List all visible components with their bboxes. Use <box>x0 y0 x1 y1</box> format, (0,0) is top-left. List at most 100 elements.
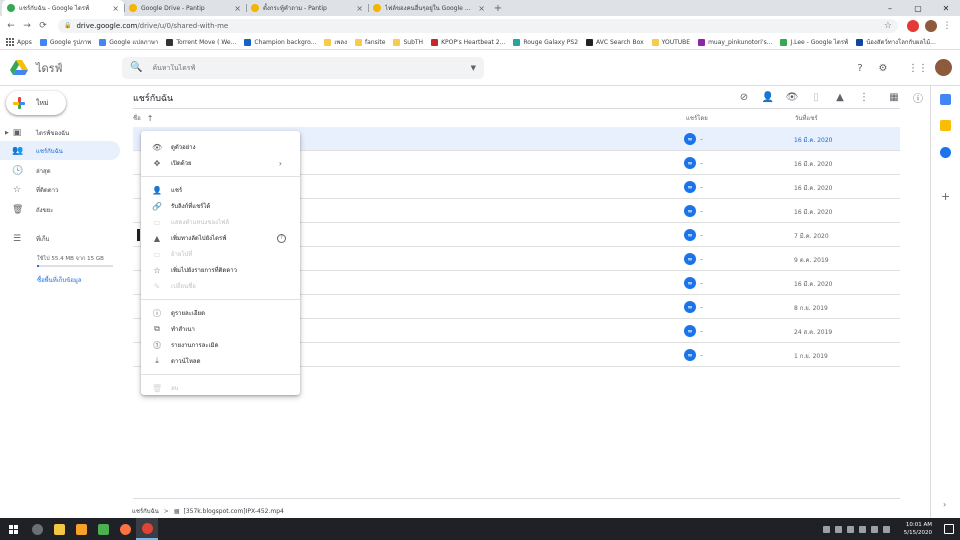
clock[interactable]: 10:01 AM 5/15/2020 <box>904 521 932 537</box>
windows-start-icon[interactable] <box>0 524 26 534</box>
extension-icon[interactable] <box>907 19 919 32</box>
drive-logo-icon[interactable] <box>10 59 28 76</box>
close-window-icon[interactable]: ✕ <box>932 0 960 16</box>
side-panel-expand-icon[interactable]: › <box>943 500 946 509</box>
browser-menu-icon[interactable]: ⋮ <box>940 19 954 33</box>
drive-header: ไดรฟ์ 🔍 ▼ ? ⚙ ⋮⋮ <box>0 50 960 86</box>
menu-item[interactable]: ⓵ รายงานการละเมิด <box>141 337 300 353</box>
bookmark-item[interactable]: SubTH <box>393 38 423 46</box>
sidebar-item[interactable]: 🗑 ถังขยะ <box>0 200 120 219</box>
menu-item[interactable]: 🔗 รับลิงก์ที่แชร์ได้ <box>141 198 300 214</box>
tab-close-icon[interactable]: × <box>234 4 241 13</box>
forward-icon[interactable]: → <box>20 19 34 33</box>
bookmark-item[interactable]: Apps <box>6 38 32 46</box>
keep-icon[interactable] <box>940 120 951 131</box>
maximize-icon[interactable]: ▢ <box>904 0 932 16</box>
bookmark-item[interactable]: น้องสัตว์ทางโลกกับผลไม้... <box>856 37 936 47</box>
settings-gear-icon[interactable]: ⚙ <box>876 61 890 75</box>
get-link-icon[interactable]: ⊘ <box>732 88 756 106</box>
page-title[interactable]: แชร์กับฉัน <box>133 91 173 105</box>
new-tab-icon[interactable]: + <box>490 0 506 16</box>
minimize-icon[interactable]: – <box>876 0 904 16</box>
menu-item[interactable]: ⤓ ดาวน์โหลด <box>141 353 300 369</box>
taskbar-app-icon[interactable] <box>70 518 92 540</box>
wifi-icon[interactable] <box>871 525 878 533</box>
taskbar-app-icon[interactable] <box>92 518 114 540</box>
new-button[interactable]: ใหม่ <box>6 91 66 115</box>
column-header-share-date[interactable]: วันที่แชร์ <box>795 111 818 125</box>
taskbar-app-icon[interactable] <box>48 518 70 540</box>
tab-close-icon[interactable]: × <box>478 4 485 13</box>
tray-icon[interactable] <box>847 525 854 533</box>
tab-close-icon[interactable]: × <box>112 4 119 13</box>
get-addons-plus-icon[interactable]: + <box>941 190 950 203</box>
tab-close-icon[interactable]: × <box>356 4 363 13</box>
tray-icon[interactable] <box>823 525 830 533</box>
notification-icon[interactable] <box>944 524 954 534</box>
bookmark-item[interactable]: fansite <box>355 38 385 46</box>
menu-item[interactable]: ☆ เพิ่มไปยังรายการที่ติดดาว <box>141 262 300 278</box>
search-input[interactable] <box>152 63 471 72</box>
tray-icon[interactable] <box>835 525 842 533</box>
calendar-icon[interactable] <box>940 94 951 105</box>
tasks-icon[interactable] <box>940 147 951 158</box>
apps-grid-icon[interactable]: ⋮⋮ <box>908 61 928 75</box>
bookmark-item[interactable]: Torrent Move ( We... <box>166 38 236 46</box>
tab-title: แชร์กับฉัน - Google ไดรฟ์ <box>19 5 90 12</box>
taskbar-app-icon[interactable] <box>136 518 158 540</box>
more-actions-icon[interactable]: ⋮ <box>852 88 876 106</box>
tray-icon[interactable] <box>859 525 866 533</box>
account-avatar[interactable] <box>935 59 952 76</box>
search-icon[interactable]: 🔍 <box>130 62 142 73</box>
url-omnibox[interactable]: 🔒 drive.google.com /drive/u/0/shared-wit… <box>58 18 898 33</box>
expand-arrow-icon[interactable]: ▶ <box>5 130 9 136</box>
bookmark-item[interactable]: J.Lee - Google ไดรฟ์ <box>780 37 848 47</box>
menu-item[interactable]: 👁 ดูตัวอย่าง <box>141 139 300 155</box>
bookmark-item[interactable]: Google แปลภาษา <box>99 37 158 47</box>
search-box[interactable]: 🔍 ▼ <box>122 56 484 79</box>
breadcrumb-file[interactable]: [357k.blogspot.com]IPX-452.mp4 <box>184 508 284 515</box>
taskbar-app-icon[interactable] <box>114 518 136 540</box>
sidebar-item-storage[interactable]: ☰ ที่เก็บ <box>0 229 120 248</box>
bookmark-item[interactable]: AVC Search Box <box>586 38 644 46</box>
help-icon[interactable]: ? <box>853 61 867 75</box>
bookmark-item[interactable]: YOUTUBE <box>651 38 690 46</box>
grid-view-icon[interactable]: ▦ <box>882 88 906 106</box>
sidebar-item[interactable]: ▶ ▣ ไดรฟ์ของฉัน <box>0 123 120 142</box>
bookmark-star-icon[interactable]: ☆ <box>884 21 892 31</box>
menu-item[interactable]: ▲ เพิ่มทางลัดไปยังไดรฟ์? <box>141 230 300 246</box>
back-icon[interactable]: ← <box>4 19 18 33</box>
share-icon[interactable]: 👤 <box>756 88 780 106</box>
search-options-icon[interactable]: ▼ <box>471 64 476 72</box>
breadcrumb-root[interactable]: แชร์กับฉัน <box>132 506 159 516</box>
browser-tab[interactable]: ตั้งกระทู้คำถาม - Pantip × <box>246 0 368 16</box>
browser-tab[interactable]: แชร์กับฉัน - Google ไดรฟ์ × <box>2 0 124 16</box>
buy-storage-link[interactable]: ซื้อพื้นที่เก็บข้อมูล <box>37 275 82 285</box>
volume-icon[interactable] <box>883 525 890 533</box>
bookmark-item[interactable]: เพลง <box>324 37 347 47</box>
menu-item[interactable]: ⧉ ทำสำเนา <box>141 321 300 337</box>
browser-tab[interactable]: Google Drive - Pantip × <box>124 0 246 16</box>
menu-item[interactable]: 👤 แชร์ <box>141 182 300 198</box>
details-icon[interactable]: ⓘ <box>906 88 930 106</box>
sidebar-item[interactable]: ☆ ที่ติดดาว <box>0 180 120 199</box>
bookmark-item[interactable]: Champion backgro... <box>244 38 316 46</box>
help-circle-icon[interactable]: ? <box>277 233 286 243</box>
bookmark-item[interactable]: Rouge Galaxy PS2 <box>513 38 578 46</box>
bookmark-item[interactable]: Google รูปภาพ <box>39 37 91 47</box>
search-taskbar-icon[interactable] <box>26 518 48 540</box>
sidebar-item[interactable]: 🕓 ล่าสุด <box>0 161 120 180</box>
reload-icon[interactable]: ⟳ <box>36 19 50 33</box>
bookmark-item[interactable]: muay_pinkunotori's... <box>698 38 772 46</box>
sidebar-item[interactable]: 👥 แชร์กับฉัน <box>0 141 120 160</box>
profile-avatar-icon[interactable] <box>925 19 937 32</box>
browser-tab[interactable]: ไฟล์ของคนอื่นๆอยู่ใน Google Drive × <box>368 0 490 16</box>
menu-item[interactable]: ✥ เปิดด้วย › <box>141 155 300 171</box>
sort-arrow-icon[interactable]: ↑ <box>147 114 154 123</box>
menu-item[interactable]: ⓘ ดูรายละเอียด <box>141 305 300 321</box>
add-shortcut-icon[interactable]: ▲ <box>828 88 852 106</box>
preview-icon[interactable]: 👁 <box>780 88 804 106</box>
drive-app-name[interactable]: ไดรฟ์ <box>36 59 122 77</box>
column-header-name[interactable]: ชื่อ ↑ <box>133 111 153 125</box>
bookmark-item[interactable]: KPOP's Heartbeat 2... <box>431 38 505 46</box>
